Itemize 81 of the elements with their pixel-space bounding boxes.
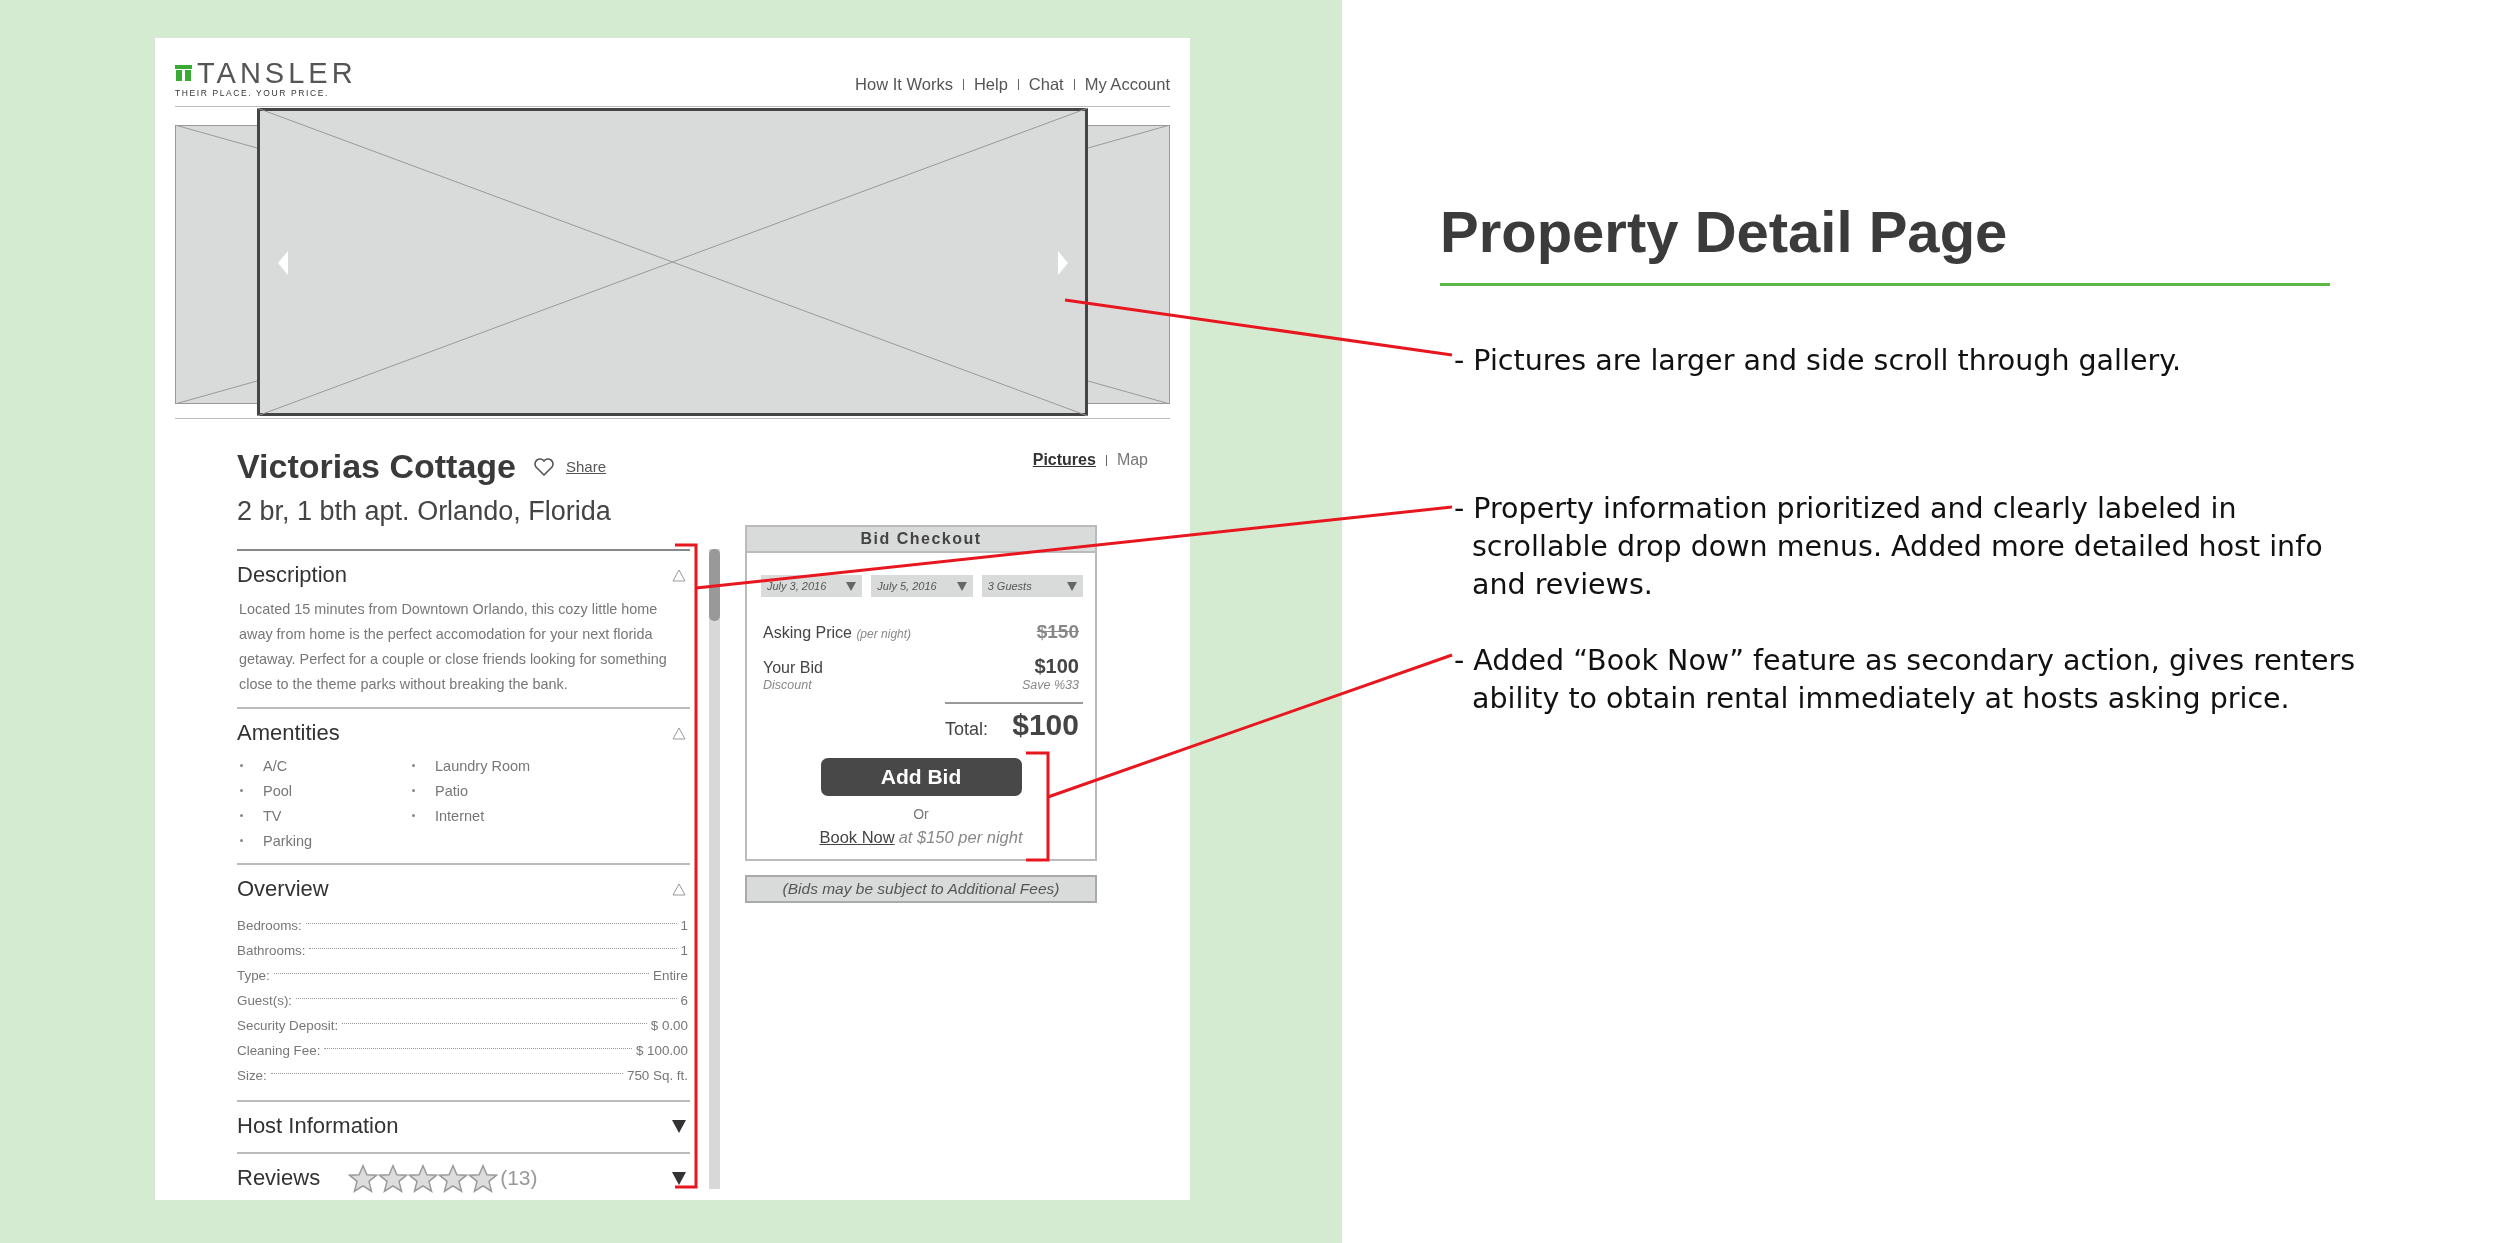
collapse-triangle-icon[interactable] <box>672 726 686 740</box>
next-arrow-icon[interactable] <box>1058 251 1068 275</box>
bullet-icon <box>412 814 415 817</box>
nav-link[interactable]: Help <box>973 75 1008 94</box>
bullet-icon <box>240 789 243 792</box>
expand-triangle-icon[interactable] <box>672 1119 686 1133</box>
caret-icon <box>956 581 967 591</box>
amenity-item: Internet <box>435 807 485 824</box>
spec-label: Bedrooms: <box>237 917 302 935</box>
price-label: Asking Price (per night) <box>763 624 912 642</box>
section-title[interactable]: Host Information <box>237 1113 399 1139</box>
add-bid-button[interactable]: Add Bid <box>820 758 1022 796</box>
amenity-item: Parking <box>263 832 313 849</box>
heart-icon[interactable] <box>534 457 554 476</box>
bid-label: Your Bid <box>763 659 823 677</box>
bullet-icon <box>240 764 243 767</box>
amenity-item: TV <box>263 807 282 824</box>
scrollbar-thumb[interactable] <box>709 549 720 621</box>
slide-title: Property Detail Page <box>1440 198 2009 265</box>
view-tab[interactable]: Pictures <box>1032 451 1096 469</box>
nav-link[interactable]: Chat <box>1028 75 1064 94</box>
section-title[interactable]: Reviews <box>237 1165 321 1191</box>
scrollbar-track[interactable] <box>709 549 720 1189</box>
expand-triangle-icon[interactable] <box>672 1171 686 1185</box>
annotation-text: - Added “Book Now” feature as secondary action, gives renters ability to obtain rental immediately at hosts asking price. <box>1454 643 2357 717</box>
spec-value: Entire <box>653 967 688 985</box>
amenity-item: Patio <box>435 782 469 799</box>
book-now-price: at $150 per night <box>898 828 1023 846</box>
logo-icon <box>175 65 192 81</box>
asking-price: $150 <box>1036 621 1079 643</box>
amenity-item: A/C <box>263 757 288 774</box>
spec-value: $ 0.00 <box>650 1017 688 1035</box>
dropdown[interactable]: July 3, 2016 <box>761 575 863 597</box>
spec-label: Guest(s): <box>237 992 293 1010</box>
bullet-icon <box>240 839 243 842</box>
tagline: THEIR PLACE. YOUR PRICE. <box>175 88 330 98</box>
dropdown[interactable]: 3 Guests <box>981 575 1083 597</box>
collapse-triangle-icon[interactable] <box>672 568 686 582</box>
nav-link[interactable]: How It Works <box>855 75 953 94</box>
spec-label: Security Deposit: <box>237 1017 339 1035</box>
logo[interactable]: TANSLER <box>197 59 357 87</box>
or-text: Or <box>912 806 930 822</box>
spec-label: Size: <box>237 1067 267 1085</box>
bullet-icon <box>240 814 243 817</box>
caret-icon <box>846 581 857 591</box>
collapse-triangle-icon[interactable] <box>672 882 686 896</box>
spec-value: 6 <box>680 992 688 1010</box>
discount-value: Save %33 <box>1022 678 1079 692</box>
view-tab[interactable]: Map <box>1116 451 1148 469</box>
spec-label: Type: <box>237 967 270 985</box>
share-link[interactable]: Share <box>566 458 607 475</box>
book-now-link[interactable]: Book Now <box>819 828 895 846</box>
amenity-item: Laundry Room <box>435 757 531 774</box>
total-amount: $100 <box>1012 708 1079 742</box>
previous-arrow-icon[interactable] <box>278 251 288 275</box>
discount-label: Discount <box>763 678 812 692</box>
property-title: Victorias Cottage <box>237 447 516 486</box>
nav-link[interactable]: My Account <box>1084 75 1170 94</box>
bid-amount: $100 <box>1034 655 1079 678</box>
property-subtitle: 2 br, 1 bth apt. Orlando, Florida <box>237 496 612 527</box>
caret-icon <box>1067 581 1077 591</box>
review-count: (13) <box>500 1166 538 1190</box>
fees-notice: (Bids may be subject to Additional Fees) <box>745 875 1097 903</box>
spec-label: Cleaning Fee: <box>237 1042 321 1060</box>
annotation-text: - Pictures are larger and side scroll through gallery. <box>1454 343 2183 379</box>
dropdown[interactable]: July 5, 2016 <box>871 575 973 597</box>
spec-value: 1 <box>680 917 688 935</box>
spec-label: Bathrooms: <box>237 942 306 960</box>
bullet-icon <box>412 764 415 767</box>
section-title[interactable]: Description <box>237 562 348 588</box>
spec-value: $ 100.00 <box>635 1042 688 1060</box>
annotation-text: - Property information prioritized and clearly labeled in scrollable drop down menus. Added more detailed host info and reviews. <box>1454 491 2324 603</box>
bullet-icon <box>412 789 415 792</box>
amenity-item: Pool <box>263 782 293 799</box>
section-title[interactable]: Amentities <box>237 720 340 746</box>
spec-value: 750 Sq. ft. <box>626 1067 688 1085</box>
description-text: Located 15 minutes from Downtown Orlando, this cozy little home away from home is the perfect accomodation for your next florida getaway. Perfect for a couple or close friends looking for something close to the theme parks without breaking the bank. <box>239 600 668 694</box>
total-label: Total: <box>945 719 989 740</box>
section-title[interactable]: Overview <box>237 876 329 902</box>
checkout-title: Bid Checkout <box>747 527 1095 553</box>
spec-value: 1 <box>680 942 688 960</box>
